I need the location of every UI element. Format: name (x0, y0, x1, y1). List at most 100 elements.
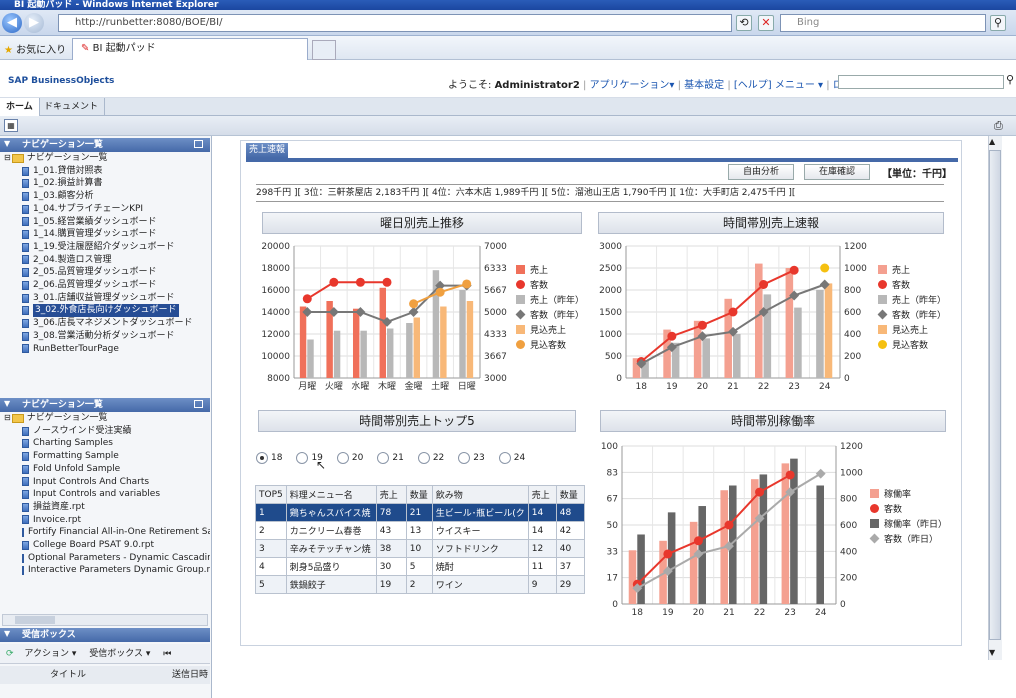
first-page-icon[interactable]: ⏮ (163, 649, 171, 659)
tab-home[interactable]: ホーム (0, 98, 40, 116)
tree-item[interactable]: Interactive Parameters Dynamic Group.rpt (4, 564, 210, 577)
tree-item[interactable]: Invoice.rpt (4, 514, 210, 527)
collapse-icon[interactable]: ▼ (4, 629, 10, 638)
tree-item[interactable]: 2_04.製造ロス管理 (4, 254, 210, 267)
tree-item[interactable]: 1_05.経営業績ダッシュボード (4, 216, 210, 229)
column-header[interactable]: 売上 (527, 485, 557, 504)
tree-item[interactable]: ノースウインド受注実績 (4, 425, 210, 438)
grid-icon[interactable]: ▦ (4, 119, 18, 132)
hour-radio-22[interactable]: 22 (417, 452, 444, 464)
table-row[interactable]: 5 鉄鍋餃子 19 2 ワイン 9 29 (255, 575, 585, 594)
table-row[interactable]: 3 辛みそテッチャン焼 38 10 ソフトドリンク 12 40 (255, 539, 585, 558)
tree-item[interactable]: 1_19.受注履歴紹介ダッシュボード (4, 241, 210, 254)
bar (785, 268, 794, 378)
tree-item[interactable]: RunBetterTourPage (4, 343, 210, 356)
hour-radio-20[interactable]: 20 (336, 452, 363, 464)
column-header[interactable]: 数量 (405, 485, 433, 504)
hour-radio-18[interactable]: 18 (256, 452, 282, 464)
scroll-up-icon[interactable]: ▲ (989, 137, 995, 146)
inbox-action-menu[interactable]: アクション ▾ (24, 649, 76, 659)
inbox-box-menu[interactable]: 受信ボックス ▾ (89, 649, 150, 659)
tree-root[interactable]: ⊟ ナビゲーション一覧 (4, 152, 210, 165)
tree-item[interactable]: 1_04.サプライチェーンKPI (4, 203, 210, 216)
free-analysis-button[interactable]: 自由分析 (728, 164, 794, 180)
hour-radio-23[interactable]: 23 (458, 452, 485, 464)
print-icon[interactable]: ⎙ (994, 119, 1003, 133)
settings-link[interactable]: 基本設定 (684, 80, 724, 91)
collapse-icon[interactable]: ▼ (4, 399, 10, 408)
legend-swatch (516, 265, 525, 274)
stop-icon[interactable]: ✕ (758, 15, 774, 31)
table-row[interactable]: 2 カニクリーム春巻 43 13 ウイスキー 14 42 (255, 521, 585, 540)
tree-item[interactable]: Input Controls and variables (4, 488, 210, 501)
column-title[interactable]: タイトル (50, 666, 86, 684)
tree-item[interactable]: 損益資産.rpt (4, 501, 210, 514)
scroll-down-icon[interactable]: ▼ (989, 648, 995, 657)
tree-item-label: Input Controls and variables (33, 489, 161, 500)
column-sender[interactable]: 送信日時 (172, 666, 208, 684)
collapse-icon[interactable]: ▼ (4, 139, 10, 148)
column-header[interactable]: TOP5 (255, 485, 287, 504)
tree-root[interactable]: ⊟ ナビゲーション一覧 (4, 412, 210, 425)
table-cell: 2 (405, 575, 433, 594)
applications-menu[interactable]: アプリケーション▾ (590, 80, 675, 91)
tree-item[interactable]: 1_02.損益計算書 (4, 177, 210, 190)
tree-item[interactable]: Optional Parameters - Dynamic Cascading … (4, 552, 210, 565)
tree-item[interactable]: 3_01.店舗収益管理ダッシュボード (4, 292, 210, 305)
scroll-thumb[interactable] (989, 150, 1001, 640)
tree-item[interactable]: 1_01.貸借対照表 (4, 165, 210, 178)
app-search-input[interactable] (838, 75, 1004, 89)
tree-item[interactable]: Input Controls And Charts (4, 476, 210, 489)
tree-item[interactable]: 2_06.品質管理ダッシュボード (4, 279, 210, 292)
scroll-thumb[interactable] (15, 616, 55, 624)
column-header[interactable]: 売上 (375, 485, 407, 504)
horizontal-scrollbar[interactable] (2, 614, 208, 626)
tree-item[interactable]: 1_14.購買管理ダッシュボード (4, 228, 210, 241)
refresh-icon[interactable]: ⟲ (736, 15, 752, 31)
column-header[interactable]: 数量 (555, 485, 585, 504)
tree-item[interactable]: 1_03.顧客分析 (4, 190, 210, 203)
tree-item[interactable]: 3_06.店長マネジメントダッシュボード (4, 317, 210, 330)
column-header[interactable]: 飲み物 (431, 485, 529, 504)
stock-check-button[interactable]: 在庫確認 (804, 164, 870, 180)
tree-item[interactable]: Fortify Financial All-in-One Retirement … (4, 526, 210, 539)
dashboard-tab[interactable]: 売上速報 (246, 143, 288, 158)
tab-documents[interactable]: ドキュメント (38, 98, 106, 116)
y-tick-label: 8000 (267, 374, 290, 384)
tree-item[interactable]: Formatting Sample (4, 450, 210, 463)
bar (360, 330, 367, 378)
document-icon (22, 318, 29, 328)
tree-item[interactable]: College Board PSAT 9.0.rpt (4, 539, 210, 552)
document-icon (22, 306, 29, 316)
data-point (329, 277, 339, 287)
tree-item[interactable]: Fold Unfold Sample (4, 463, 210, 476)
tree-item[interactable]: 3_02.外食店長向けダッシュボード (4, 304, 210, 318)
table-row[interactable]: 4 刺身5品盛り 30 5 焼酎 11 37 (255, 557, 585, 576)
tree-item[interactable]: Charting Samples (4, 437, 210, 450)
legend-label: 見込売上 (892, 324, 928, 336)
search-input[interactable]: Bing (780, 14, 986, 32)
app-search-icon[interactable]: ⚲ (1006, 73, 1014, 86)
refresh-icon[interactable]: ⟳ (6, 649, 14, 659)
favorites-button[interactable]: ★ お気に入り (4, 41, 66, 56)
maximize-icon[interactable] (194, 400, 203, 408)
help-menu[interactable]: [ヘルプ] メニュー ▾ (734, 80, 823, 91)
maximize-icon[interactable] (194, 140, 203, 148)
y-tick-label: 10000 (262, 352, 290, 362)
bar (763, 294, 772, 378)
hour-radio-21[interactable]: 21 (377, 452, 404, 464)
hour-radio-24[interactable]: 24 (498, 452, 525, 464)
tree-item[interactable]: 2_05.品質管理ダッシュボード (4, 266, 210, 279)
table-row[interactable]: 1 鶏ちゃんスパイス焼 78 21 生ビール･瓶ビール(ク 14 48 (255, 503, 585, 522)
search-icon[interactable]: ⚲ (990, 15, 1006, 31)
forward-icon[interactable]: ▶ (24, 13, 44, 33)
tree-item[interactable]: 3_08.営業活動分析ダッシュボード (4, 330, 210, 343)
new-tab-button[interactable] (312, 40, 336, 60)
column-header[interactable]: 料理メニュー名 (285, 485, 377, 504)
tree-item-label: 2_04.製造ロス管理 (33, 254, 112, 265)
url-input[interactable]: http://runbetter:8080/BOE/BI/ (58, 14, 732, 32)
back-icon[interactable]: ◀ (2, 13, 22, 33)
y2-tick-label: 400 (844, 330, 861, 340)
x-tick-label: 21 (727, 382, 738, 392)
browser-tab[interactable]: ✎ BI 起動パッド (72, 38, 308, 60)
